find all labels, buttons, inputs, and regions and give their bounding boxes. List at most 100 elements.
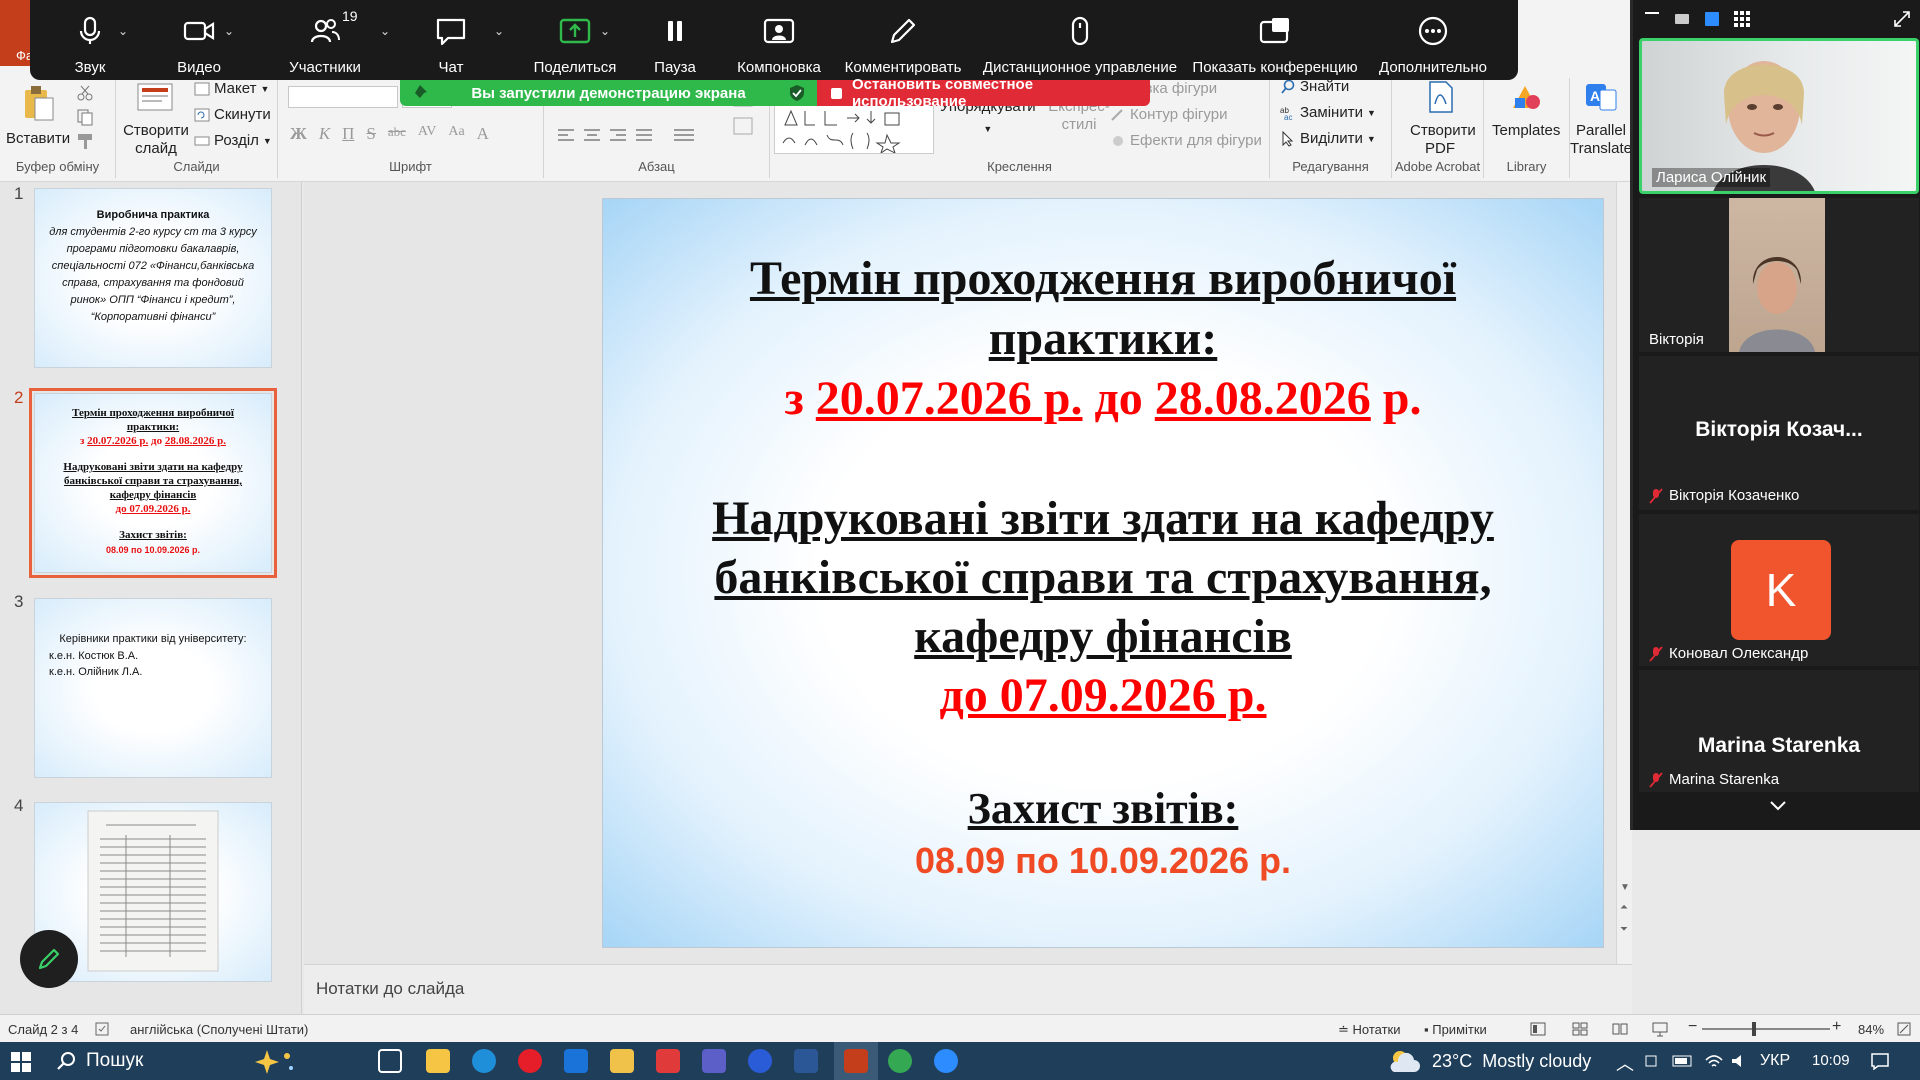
wifi-icon[interactable] xyxy=(1704,1052,1724,1070)
gallery-grid-icon[interactable] xyxy=(1733,10,1751,28)
layout-button[interactable]: Макет ▼ xyxy=(194,80,269,97)
minimize-icon[interactable] xyxy=(1645,12,1659,14)
speaker-icon[interactable] xyxy=(1730,1052,1750,1070)
zoom-slider[interactable] xyxy=(1702,1022,1830,1036)
chevron-down-icon[interactable]: ⌄ xyxy=(118,24,128,38)
paragraph-align-icons[interactable] xyxy=(554,126,754,146)
chevron-down-icon[interactable]: ⌄ xyxy=(380,24,390,38)
weather-text[interactable]: 23°C Mostly cloudy xyxy=(1432,1051,1591,1072)
font-color-button[interactable]: A xyxy=(477,124,489,144)
cut-icon[interactable] xyxy=(76,84,94,102)
notes-toggle[interactable]: ≐ Нотатки xyxy=(1338,1022,1401,1038)
store-app-icon[interactable] xyxy=(426,1049,450,1073)
slide-thumbnail-3[interactable]: Керівники практики від університету: к.е… xyxy=(34,598,272,778)
zoom-app-icon[interactable] xyxy=(934,1049,958,1073)
keyboard-language[interactable]: УКР xyxy=(1760,1052,1790,1070)
replace-button[interactable]: ab ac Замінити ▼ xyxy=(1280,104,1376,121)
current-slide[interactable]: Термін проходження виробничої практики: … xyxy=(602,198,1604,948)
gallery-strip-icon[interactable] xyxy=(1705,12,1719,26)
webex-app-icon[interactable] xyxy=(748,1049,772,1073)
chevron-down-icon[interactable]: ⌄ xyxy=(494,24,504,38)
meet-now-icon[interactable] xyxy=(1644,1052,1662,1070)
chevron-down-icon[interactable]: ⌄ xyxy=(224,24,234,38)
layout-button-zoom[interactable]: Компоновка xyxy=(724,0,834,80)
video-tile-participant[interactable]: Вікторія xyxy=(1639,198,1919,352)
section-button[interactable]: Розділ ▼ xyxy=(194,132,272,149)
task-view-icon[interactable] xyxy=(378,1049,402,1073)
mail-app-icon[interactable] xyxy=(564,1049,588,1073)
video-button[interactable]: Видео xyxy=(154,0,244,80)
clock-time[interactable]: 10:09 xyxy=(1812,1052,1850,1069)
slideshow-icon[interactable] xyxy=(1652,1021,1668,1037)
audio-button[interactable]: Звук xyxy=(50,0,130,80)
fit-to-window-icon[interactable] xyxy=(1896,1021,1912,1037)
shapes-gallery[interactable] xyxy=(774,104,934,154)
chevron-down-icon[interactable] xyxy=(1769,800,1787,812)
format-painter-icon[interactable] xyxy=(76,132,94,150)
scroll-down-icon[interactable]: ▼ xyxy=(1620,882,1630,893)
show-conference-button[interactable]: Показать конференцию xyxy=(1190,0,1360,80)
create-pdf-button[interactable]: Створити PDF xyxy=(1410,80,1476,158)
copy-icon[interactable] xyxy=(76,108,94,126)
chat-button[interactable]: Чат xyxy=(416,0,486,80)
prev-slide-icon[interactable]: ⏶ xyxy=(1620,902,1628,913)
remote-control-button[interactable]: Дистанционное управление xyxy=(980,0,1180,80)
file-explorer-icon[interactable] xyxy=(610,1049,634,1073)
reset-button[interactable]: Скинути xyxy=(194,106,271,123)
zoom-in-button[interactable]: + xyxy=(1832,1018,1841,1036)
zoom-level[interactable]: 84% xyxy=(1858,1022,1884,1037)
battery-icon[interactable] xyxy=(1672,1054,1694,1068)
wps-office-icon[interactable] xyxy=(656,1049,680,1073)
powerpoint-taskbar-active[interactable] xyxy=(834,1042,878,1080)
notification-icon[interactable] xyxy=(1870,1052,1890,1070)
annotate-pen-fab[interactable] xyxy=(20,930,78,988)
bold-button[interactable]: Ж xyxy=(290,124,307,144)
edge-browser-icon[interactable] xyxy=(472,1049,496,1073)
windows-start-icon[interactable] xyxy=(10,1051,32,1073)
shadow-button[interactable]: S xyxy=(366,124,375,144)
zoom-out-button[interactable]: − xyxy=(1688,1018,1697,1036)
shape-effects-button[interactable]: Ефекти для фігури xyxy=(1110,132,1262,149)
spacing-button[interactable]: AV xyxy=(418,124,436,144)
slide-notes-area[interactable]: Нотатки до слайда xyxy=(304,964,1632,1014)
word-app-icon[interactable] xyxy=(794,1049,818,1073)
participants-button[interactable]: 19 Участники xyxy=(270,0,380,80)
paste-button[interactable]: Вставити xyxy=(6,84,70,148)
chevron-down-icon[interactable]: ⌄ xyxy=(600,24,610,38)
opera-browser-icon[interactable] xyxy=(518,1049,542,1073)
underline-button[interactable]: П xyxy=(342,124,354,144)
italic-button[interactable]: К xyxy=(319,124,330,144)
reading-view-icon[interactable] xyxy=(1612,1021,1628,1037)
next-slide-icon[interactable]: ⏷ xyxy=(1620,924,1628,935)
video-tile-active-speaker[interactable]: Лариса Олійник xyxy=(1639,38,1919,194)
taskbar-search[interactable]: Пошук xyxy=(56,1046,356,1076)
zoom-slider-thumb[interactable] xyxy=(1752,1022,1756,1036)
new-slide-button[interactable]: Створити слайд xyxy=(120,82,192,158)
accessibility-icon[interactable] xyxy=(94,1021,110,1037)
parallel-translate-button[interactable]: A Parallel Translate xyxy=(1570,80,1632,158)
speaker-view-icon[interactable] xyxy=(1675,14,1689,24)
video-tile-participant[interactable]: Marina Starenka Marina Starenka xyxy=(1639,670,1919,792)
language-indicator[interactable]: англійська (Сполучені Штати) xyxy=(130,1022,308,1037)
select-button[interactable]: Виділити ▼ xyxy=(1280,130,1376,147)
font-name-input[interactable] xyxy=(288,86,398,108)
normal-view-icon[interactable] xyxy=(1530,1021,1546,1037)
chrome-browser-icon[interactable] xyxy=(888,1049,912,1073)
video-tile-participant[interactable]: K Коновал Олександр xyxy=(1639,514,1919,666)
more-button[interactable]: Дополнительно xyxy=(1368,0,1498,80)
pause-share-button[interactable]: Пауза xyxy=(640,0,710,80)
case-button[interactable]: Aa xyxy=(448,124,464,144)
chevron-up-icon[interactable]: ︿ xyxy=(1616,1050,1634,1076)
strikethrough-button[interactable]: abc xyxy=(388,124,406,144)
comments-toggle[interactable]: ▪ Примітки xyxy=(1424,1022,1487,1037)
slide-thumbnail-1[interactable]: Виробнича практика для студентів 2-го ку… xyxy=(34,188,272,368)
expand-icon[interactable] xyxy=(1893,10,1911,28)
slide-sorter-icon[interactable] xyxy=(1572,1021,1588,1037)
find-button[interactable]: Знайти xyxy=(1280,78,1349,95)
video-tile-participant[interactable]: Вікторія Козач... Вікторія Козаченко xyxy=(1639,356,1919,510)
templates-button[interactable]: Templates xyxy=(1492,80,1560,140)
annotate-button[interactable]: Комментировать xyxy=(840,0,966,80)
slide-thumbnail-2[interactable]: Термін проходження виробничої практики: … xyxy=(29,388,277,578)
share-button[interactable]: Поделиться xyxy=(520,0,630,80)
teams-app-icon[interactable] xyxy=(702,1049,726,1073)
